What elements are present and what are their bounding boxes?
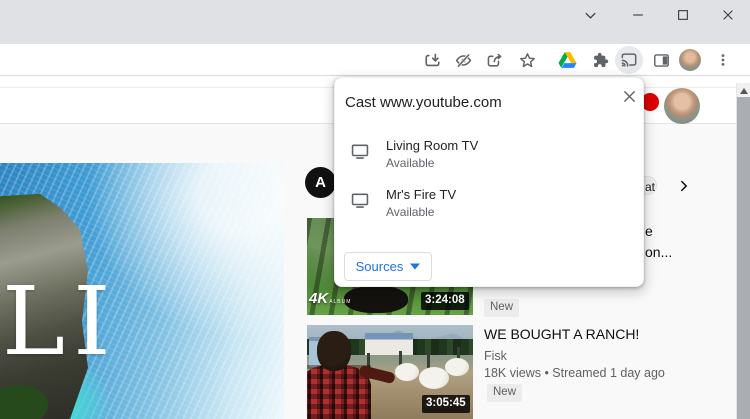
sheep-art xyxy=(419,367,449,389)
window-maximize-icon[interactable] xyxy=(670,5,696,25)
video2-meta: 18K views • Streamed 1 day ago xyxy=(484,366,665,380)
video1-watermark: 4K ALBUM xyxy=(309,291,351,306)
display-icon xyxy=(350,191,370,209)
video2-title[interactable]: WE BOUGHT A RANCH! xyxy=(484,326,724,342)
cast-icon[interactable] xyxy=(619,50,639,70)
device-status: Available xyxy=(386,156,435,170)
watermark-4k: 4K xyxy=(309,290,329,307)
watermark-album: ALBUM xyxy=(329,299,352,305)
bookmark-star-icon[interactable] xyxy=(517,50,537,70)
google-drive-icon[interactable] xyxy=(557,50,577,70)
side-panel-icon[interactable] xyxy=(651,50,671,70)
video1-title-fragment-2[interactable]: on... xyxy=(645,245,672,259)
cast-dialog-title: Cast www.youtube.com xyxy=(345,94,502,111)
chips-scroll-right-icon[interactable] xyxy=(676,178,692,194)
window-close-icon[interactable] xyxy=(715,5,741,25)
cast-device-row-living-room-tv[interactable]: Living Room TV Available xyxy=(335,138,645,182)
channel-avatar-letter: A xyxy=(315,174,326,191)
visibility-off-icon[interactable] xyxy=(453,50,473,70)
device-name: Mr's Fire TV xyxy=(386,187,457,202)
device-status: Available xyxy=(386,205,435,219)
sources-button[interactable]: Sources xyxy=(344,252,432,281)
cast-device-row-mrs-fire-tv[interactable]: Mr's Fire TV Available xyxy=(335,187,645,231)
titlebar xyxy=(0,0,750,44)
hero-caption-text: LI xyxy=(2,267,119,377)
cast-dialog: Cast www.youtube.com Living Room TV Avai… xyxy=(334,77,644,287)
sheep-art xyxy=(445,358,469,376)
sources-caret-down-icon xyxy=(410,263,421,270)
browser-toolbar xyxy=(0,44,750,76)
video2-house-art xyxy=(365,333,413,355)
download-icon[interactable] xyxy=(422,50,442,70)
profile-avatar[interactable] xyxy=(679,49,701,71)
video2-duration: 3:05:45 xyxy=(422,395,470,413)
sources-button-label: Sources xyxy=(355,259,404,274)
menu-kebab-icon[interactable] xyxy=(713,50,733,70)
scrollbar-thumb[interactable] xyxy=(737,97,750,419)
window-chevron-down-icon[interactable] xyxy=(577,5,603,25)
share-icon[interactable] xyxy=(484,50,504,70)
display-icon xyxy=(350,142,370,160)
video1-cow-art xyxy=(344,286,408,313)
video1-title-fragment-1[interactable]: e xyxy=(645,224,653,238)
scrollbar-up-arrow[interactable] xyxy=(740,88,748,94)
sheep-art xyxy=(395,363,419,381)
browser-window: LI at A 4K ALBUM 3:24:08 New e on... 3:0… xyxy=(0,0,750,419)
video2-new-badge: New xyxy=(487,384,523,402)
video1-new-badge: New xyxy=(484,299,520,317)
close-icon[interactable] xyxy=(619,86,639,106)
video2-channel[interactable]: Fisk xyxy=(484,349,507,363)
youtube-account-avatar[interactable] xyxy=(664,88,700,124)
category-chip-label: at xyxy=(645,180,656,194)
window-minimize-icon[interactable] xyxy=(625,5,651,25)
device-name: Living Room TV xyxy=(386,138,479,153)
extensions-icon[interactable] xyxy=(589,50,609,70)
hero-thumbnail[interactable]: LI xyxy=(0,163,284,419)
video1-duration: 3:24:08 xyxy=(421,292,469,310)
video2-man-hair-art xyxy=(317,331,351,371)
channel-avatar[interactable]: A xyxy=(305,167,336,198)
